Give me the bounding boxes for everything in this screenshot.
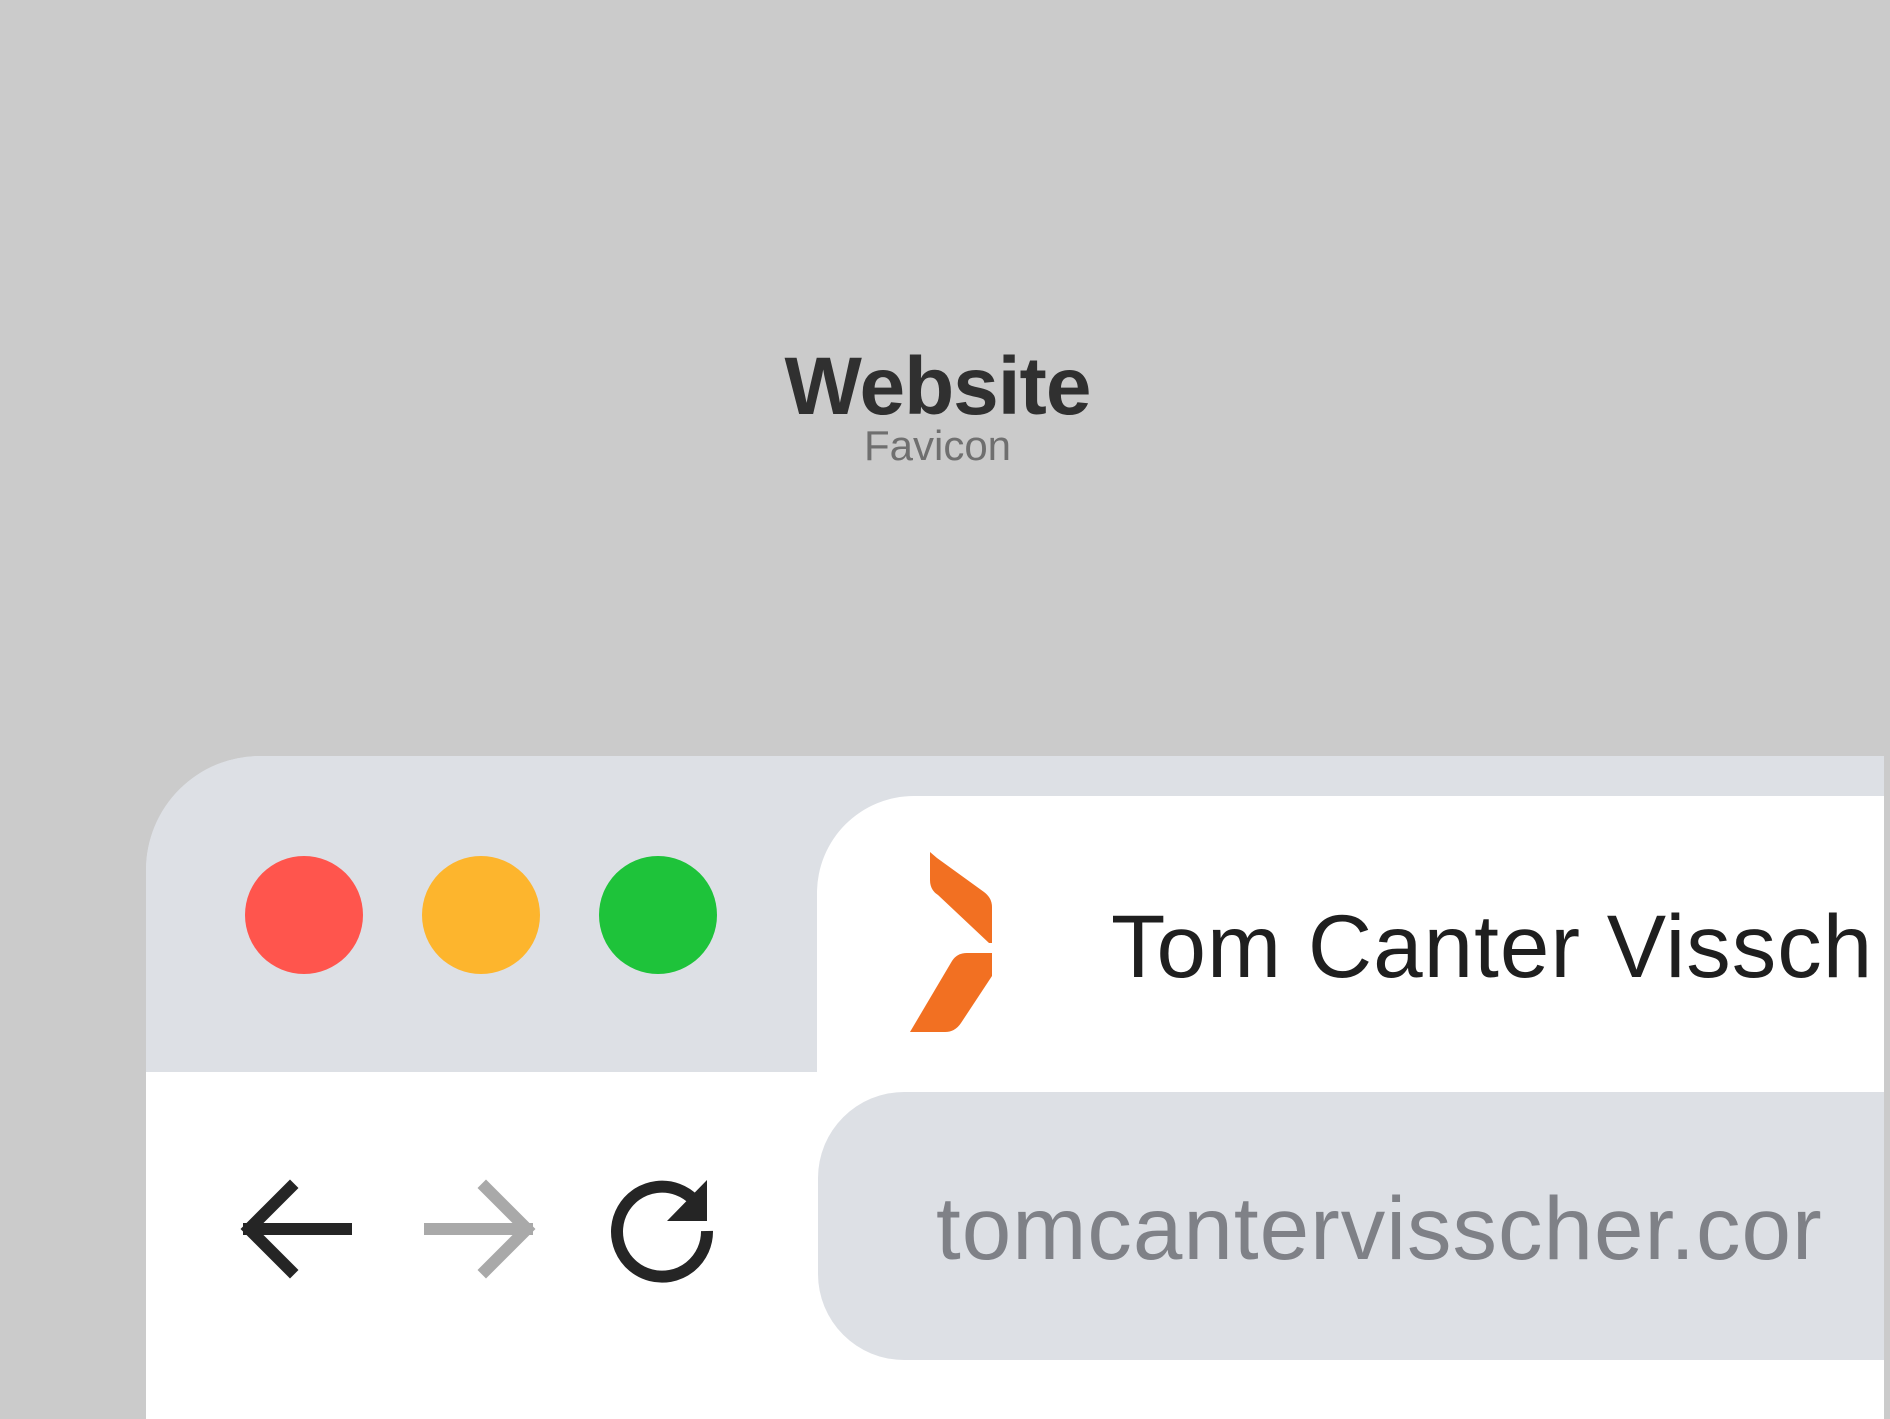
reload-icon[interactable]	[603, 1170, 721, 1288]
page-subtitle: Favicon	[863, 422, 1012, 469]
screenshot-canvas: Website Favicon Tom Canter Vissch tomcan…	[0, 0, 1890, 1419]
page-title: Website	[784, 341, 1092, 432]
close-window-button[interactable]	[245, 856, 363, 974]
forward-arrow-icon[interactable]	[420, 1170, 538, 1288]
url-text: tomcantervisscher.cor	[936, 1178, 1823, 1278]
website-favicon-icon	[910, 852, 992, 1032]
maximize-window-button[interactable]	[599, 856, 717, 974]
right-edge-background	[1884, 756, 1890, 1419]
address-bar[interactable]: tomcantervisscher.cor	[818, 1092, 1890, 1360]
tab-title: Tom Canter Vissch	[1111, 896, 1874, 996]
minimize-window-button[interactable]	[422, 856, 540, 974]
back-arrow-icon[interactable]	[239, 1170, 357, 1288]
